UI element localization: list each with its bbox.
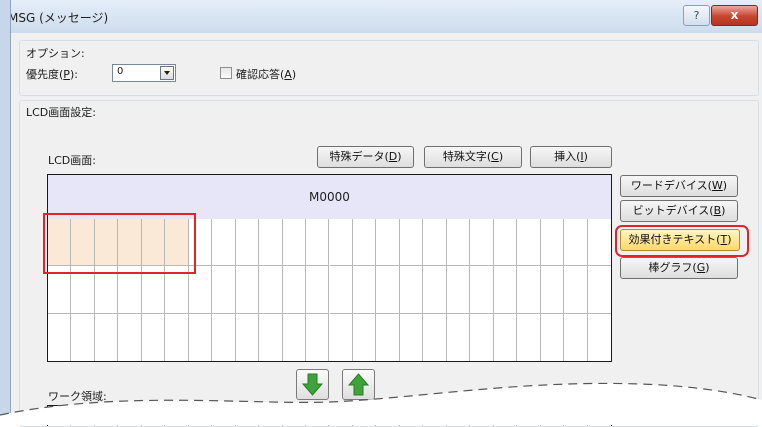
window-left-frame [0,0,11,425]
lcd-cell[interactable] [564,313,588,361]
lcd-cell[interactable] [235,266,260,314]
close-button[interactable]: x [711,5,758,26]
lcd-cell[interactable] [189,313,213,361]
lcd-cell[interactable] [564,219,588,267]
lcd-cell[interactable] [306,313,330,361]
bit-device-button[interactable]: ビットデバイス(B) [620,200,738,222]
lcd-cell[interactable] [493,266,518,314]
lcd-cell[interactable] [329,219,353,267]
lcd-cell[interactable] [142,313,166,361]
lcd-cell[interactable] [236,313,260,361]
lcd-cell[interactable] [376,313,400,361]
lcd-cell[interactable] [517,219,541,267]
lcd-cell[interactable] [587,219,611,267]
lcd-cell[interactable] [118,313,142,361]
lcd-cell[interactable] [587,266,611,314]
lcd-settings-label: LCD画面設定: [26,106,96,119]
lcd-cell[interactable] [71,313,95,361]
lcd-cell[interactable] [329,266,353,314]
lcd-cell[interactable] [399,219,424,267]
insert-button[interactable]: 挿入(I) [530,146,612,168]
special-char-button[interactable]: 特殊文字(C) [424,146,522,168]
lcd-cell[interactable] [493,219,518,267]
lcd-cell[interactable] [212,219,236,267]
lcd-cell[interactable] [235,219,260,267]
special-data-button[interactable]: 特殊データ(D) [317,146,414,168]
lcd-cell[interactable] [517,266,541,314]
lcd-cell[interactable] [540,266,565,314]
lcd-cell[interactable] [283,313,307,361]
lcd-cell[interactable] [353,313,377,361]
lcd-cell[interactable] [376,219,400,267]
lcd-cell[interactable] [259,313,283,361]
lcd-cell[interactable] [470,313,494,361]
lcd-cell[interactable] [400,313,424,361]
bar-graph-button[interactable]: 棒グラフ(G) [620,257,738,279]
confirm-label[interactable]: 確認応答(A) [236,66,296,82]
lcd-cell[interactable] [588,314,611,361]
highlight-callout [43,213,196,274]
lcd-cell[interactable] [306,219,330,267]
priority-value: 0 [117,66,124,77]
lcd-cell[interactable] [259,219,283,267]
lcd-cell[interactable] [446,219,471,267]
lcd-cell[interactable] [564,266,588,314]
lcd-header-device: M0000 [309,190,350,204]
lcd-cell[interactable] [446,266,471,314]
lcd-cell[interactable] [423,313,447,361]
effect-text-callout [615,225,749,257]
lcd-cell[interactable] [306,266,330,314]
lcd-cell[interactable] [423,219,447,267]
lcd-cell[interactable] [376,266,400,314]
torn-edge-decoration [0,382,762,425]
options-group-label: オプション: [26,47,85,60]
lcd-cell[interactable] [259,266,283,314]
lcd-cell[interactable] [95,313,119,361]
lcd-cell[interactable] [540,219,565,267]
lcd-cell[interactable] [48,313,72,361]
lcd-cell[interactable] [494,313,518,361]
lcd-cell[interactable] [541,313,565,361]
priority-select[interactable]: 0 [112,64,176,82]
lcd-cell[interactable] [282,266,307,314]
word-device-button[interactable]: ワードデバイス(W) [620,175,738,197]
lcd-cell[interactable] [330,313,353,361]
lcd-screen-label: LCD画面: [48,154,96,167]
lcd-cell[interactable] [517,313,541,361]
lcd-cell[interactable] [212,313,236,361]
title-bar [0,0,762,33]
lcd-cell[interactable] [352,219,377,267]
lcd-cell[interactable] [282,219,307,267]
confirm-checkbox[interactable] [220,67,232,79]
lcd-cell[interactable] [447,313,471,361]
priority-label: 優先度(P): [26,68,78,81]
lcd-cell[interactable] [212,266,236,314]
lcd-cell[interactable] [470,266,494,314]
lcd-cell[interactable] [352,266,377,314]
lcd-cell[interactable] [423,266,447,314]
chevron-down-icon[interactable] [160,66,174,80]
lcd-cell[interactable] [165,313,189,361]
lcd-cell[interactable] [399,266,424,314]
window-title: MSG (メッセージ) [8,11,109,25]
lcd-cell[interactable] [470,219,494,267]
help-button[interactable]: ? [683,5,710,26]
